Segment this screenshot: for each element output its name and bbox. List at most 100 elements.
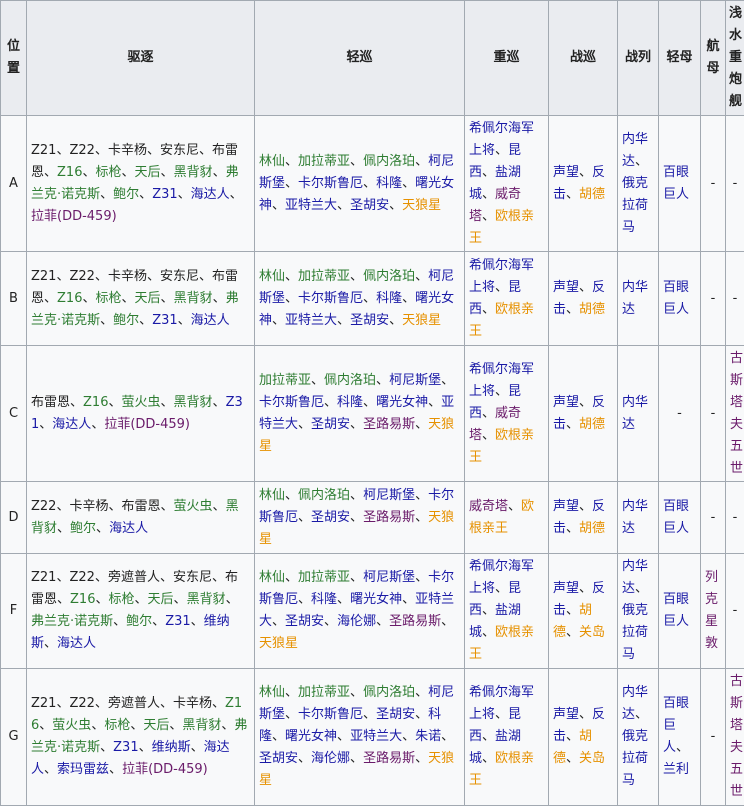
ship-name[interactable]: Z22 <box>69 570 94 585</box>
ship-name[interactable]: 曙光女神 <box>350 592 402 607</box>
ship-name[interactable]: Z22 <box>69 696 94 711</box>
ship-name[interactable]: 百眼巨人 <box>663 165 689 202</box>
ship-name[interactable]: 加拉蒂亚 <box>298 570 350 585</box>
ship-name[interactable]: 旁遮普人 <box>108 570 160 585</box>
ship-name[interactable]: 林仙 <box>259 685 285 700</box>
ship-name[interactable]: 内华达 <box>622 280 648 317</box>
ship-name[interactable]: 鲍尔 <box>70 521 96 536</box>
ship-name[interactable]: 胡德 <box>579 521 605 536</box>
ship-name[interactable]: 索玛雷兹 <box>57 762 109 777</box>
ship-name[interactable]: 黑背豺 <box>182 718 221 733</box>
ship-name[interactable]: 俄克拉荷马 <box>622 729 648 788</box>
ship-name[interactable]: 天后 <box>143 718 169 733</box>
ship-name[interactable]: 卡辛杨 <box>173 696 212 711</box>
ship-name[interactable]: 胡德 <box>579 302 605 317</box>
ship-name[interactable]: 百眼巨人 <box>663 280 689 317</box>
ship-name[interactable]: 圣胡安 <box>285 614 324 629</box>
ship-name[interactable]: 圣路易斯 <box>363 510 415 525</box>
ship-name[interactable]: 海达人 <box>191 187 230 202</box>
ship-name[interactable]: 林仙 <box>259 570 285 585</box>
ship-name[interactable]: 曙光女神 <box>285 729 337 744</box>
ship-name[interactable]: 海伦娜 <box>337 614 376 629</box>
ship-name[interactable]: Z22 <box>31 499 56 514</box>
ship-name[interactable]: 海伦娜 <box>311 751 350 766</box>
ship-name[interactable]: Z31 <box>152 187 177 202</box>
ship-name[interactable]: 圣胡安 <box>311 417 350 432</box>
ship-name[interactable]: 圣路易斯 <box>389 614 441 629</box>
ship-name[interactable]: 卡辛杨 <box>69 499 108 514</box>
ship-name[interactable]: 关岛 <box>579 625 605 640</box>
ship-name[interactable]: Z31 <box>152 313 177 328</box>
ship-name[interactable]: 圣胡安 <box>376 707 415 722</box>
ship-name[interactable]: 亚特兰大 <box>350 729 402 744</box>
ship-name[interactable]: 标枪 <box>109 592 135 607</box>
ship-name[interactable]: Z16 <box>57 291 82 306</box>
ship-name[interactable]: 柯尼斯堡 <box>363 570 415 585</box>
ship-name[interactable]: 古斯塔夫五世 <box>730 351 743 476</box>
ship-name[interactable]: 柯尼斯堡 <box>363 488 415 503</box>
ship-name[interactable]: 声望 <box>553 165 579 180</box>
ship-name[interactable]: 黑背豺 <box>174 395 213 410</box>
ship-name[interactable]: 加拉蒂亚 <box>259 373 311 388</box>
ship-name[interactable]: 列克星敦 <box>705 570 718 651</box>
ship-name[interactable]: Z21 <box>31 269 56 284</box>
ship-name[interactable]: 圣胡安 <box>259 751 298 766</box>
ship-name[interactable]: Z16 <box>57 165 82 180</box>
ship-name[interactable]: 海达人 <box>109 521 148 536</box>
ship-name[interactable]: 曙光女神 <box>376 395 428 410</box>
ship-name[interactable]: 标枪 <box>96 291 122 306</box>
ship-name[interactable]: 声望 <box>553 707 579 722</box>
ship-name[interactable]: 关岛 <box>579 751 605 766</box>
ship-name[interactable]: 天后 <box>135 291 161 306</box>
ship-name[interactable]: 安东尼 <box>173 570 212 585</box>
ship-name[interactable]: 萤火虫 <box>52 718 91 733</box>
ship-name[interactable]: 卡尔斯鲁厄 <box>298 707 363 722</box>
ship-name[interactable]: 天狼星 <box>402 313 441 328</box>
ship-name[interactable]: 海达人 <box>191 313 230 328</box>
ship-name[interactable]: 海达人 <box>52 417 91 432</box>
ship-name[interactable]: 圣胡安 <box>350 313 389 328</box>
ship-name[interactable]: 海达人 <box>57 636 96 651</box>
ship-name[interactable]: 天狼星 <box>402 198 441 213</box>
ship-name[interactable]: Z21 <box>31 143 56 158</box>
ship-name[interactable]: 天后 <box>135 165 161 180</box>
ship-name[interactable]: 拉菲(DD-459) <box>31 209 117 224</box>
ship-name[interactable]: 标枪 <box>96 165 122 180</box>
ship-name[interactable]: 柯尼斯堡 <box>389 373 441 388</box>
ship-name[interactable]: 鲍尔 <box>113 187 139 202</box>
ship-name[interactable]: 黑背豺 <box>187 592 226 607</box>
ship-name[interactable]: 布雷恩 <box>122 499 161 514</box>
ship-name[interactable]: 布雷恩 <box>31 395 70 410</box>
ship-name[interactable]: 弗兰克·诺克斯 <box>31 614 113 629</box>
ship-name[interactable]: 圣路易斯 <box>363 417 415 432</box>
ship-name[interactable]: 声望 <box>553 280 579 295</box>
ship-name[interactable]: 拉菲(DD-459) <box>104 417 190 432</box>
ship-name[interactable]: 声望 <box>553 499 579 514</box>
ship-name[interactable]: 圣胡安 <box>311 510 350 525</box>
ship-name[interactable]: Z16 <box>70 592 95 607</box>
ship-name[interactable]: 内华达 <box>622 499 648 536</box>
ship-name[interactable]: 俄克拉荷马 <box>622 176 648 235</box>
ship-name[interactable]: 卡尔斯鲁厄 <box>298 176 363 191</box>
ship-name[interactable]: 林仙 <box>259 269 285 284</box>
ship-name[interactable]: 亚特兰大 <box>285 313 337 328</box>
ship-name[interactable]: 佩内洛珀 <box>363 269 415 284</box>
ship-name[interactable]: 百眼巨人 <box>663 499 689 536</box>
ship-name[interactable]: 亚特兰大 <box>285 198 337 213</box>
ship-name[interactable]: 林仙 <box>259 154 285 169</box>
ship-name[interactable]: 科隆 <box>376 176 402 191</box>
ship-name[interactable]: 科隆 <box>376 291 402 306</box>
ship-name[interactable]: 黑背豺 <box>174 165 213 180</box>
ship-name[interactable]: Z31 <box>165 614 190 629</box>
ship-name[interactable]: 圣路易斯 <box>363 751 415 766</box>
ship-name[interactable]: 拉菲(DD-459) <box>122 762 208 777</box>
ship-name[interactable]: 黑背豺 <box>174 291 213 306</box>
ship-name[interactable]: 天狼星 <box>259 636 298 651</box>
ship-name[interactable]: 安东尼 <box>160 143 199 158</box>
ship-name[interactable]: 卡辛杨 <box>108 143 147 158</box>
ship-name[interactable]: 加拉蒂亚 <box>298 685 350 700</box>
ship-name[interactable]: Z16 <box>83 395 108 410</box>
ship-name[interactable]: 百眼巨人 <box>663 592 689 629</box>
ship-name[interactable]: 胡德 <box>579 417 605 432</box>
ship-name[interactable]: 鲍尔 <box>113 313 139 328</box>
